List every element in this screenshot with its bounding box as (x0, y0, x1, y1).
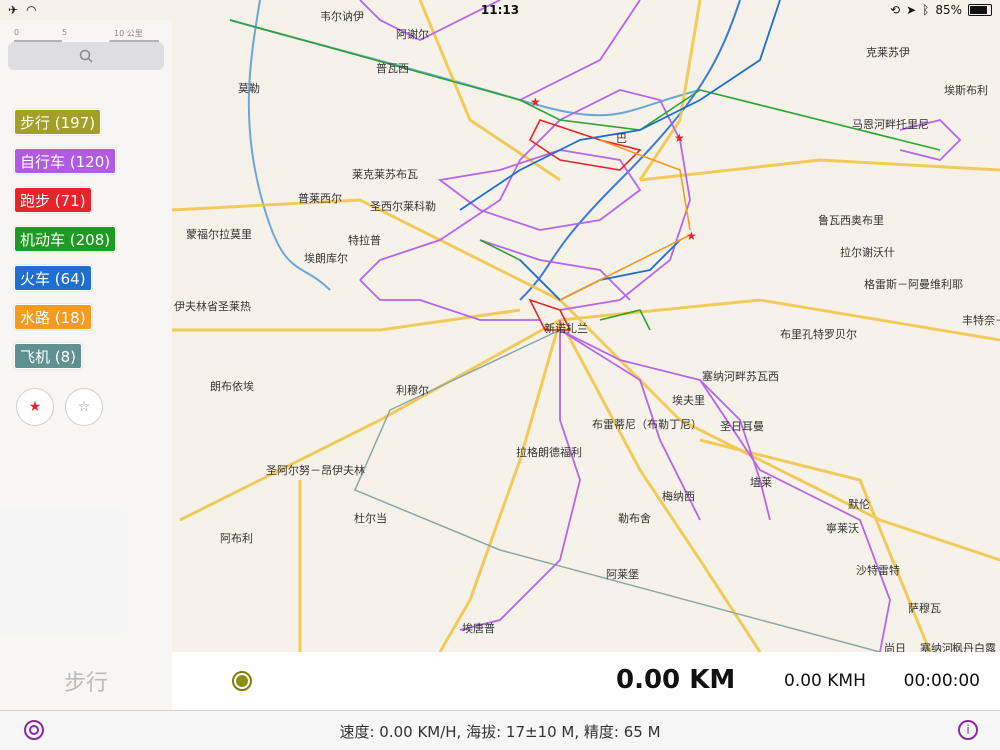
place-label: 阿莱堡 (606, 568, 639, 581)
place-label: 杜尔当 (354, 512, 387, 525)
place-label: 沙特雷特 (856, 564, 900, 577)
place-label: 拉格朗德福利 (516, 446, 582, 459)
info-icon[interactable]: i (958, 720, 978, 740)
place-label: 寧莱沃 (826, 522, 859, 535)
star-filled-icon: ★ (28, 399, 42, 415)
star-outline-button[interactable]: ☆ (65, 388, 103, 426)
info-bar: 速度: 0.00 KM/H, 海拔: 17±10 M, 精度: 65 M i (0, 710, 1000, 750)
activity-type-button[interactable] (232, 671, 252, 691)
location-icon: ➤ (906, 3, 917, 17)
place-label: 莱克莱苏布瓦 (352, 168, 418, 181)
tracking-bar: 0.00 KM 0.00 KMH 00:00:00 (172, 652, 1000, 710)
place-label: 勒布舍 (618, 512, 651, 525)
place-label: 鲁瓦西奥布里 (818, 214, 884, 227)
category-walk-button[interactable]: 步行 (197) (14, 109, 102, 135)
place-label: 拉尔谢沃什 (840, 246, 895, 259)
place-label: 埃斯布利 (944, 84, 988, 97)
place-label: 默伦 (848, 498, 870, 511)
battery-icon (968, 4, 992, 16)
walk-dot-icon (236, 675, 248, 687)
place-label: 伊夫林省圣莱热 (174, 300, 251, 313)
place-label: 利穆尔 (396, 384, 429, 397)
bluetooth-icon: ᛒ (922, 3, 930, 17)
star-outline-icon: ☆ (77, 399, 91, 415)
place-label: 布雷蒂尼（布勒丁尼） (592, 418, 702, 431)
category-bicycle-button[interactable]: 自行车 (120) (14, 148, 117, 174)
place-label: 蒙福尔拉莫里 (186, 228, 252, 241)
place-label: 梅纳西 (662, 490, 695, 503)
sidebar-ghost-label: 步行 (63, 671, 108, 696)
place-label: 埴莱 (750, 476, 772, 489)
place-label: 朗布依埃 (210, 380, 254, 393)
place-label: 普瓦西 (376, 62, 409, 75)
svg-text:★: ★ (530, 95, 541, 109)
category-water-button[interactable]: 水路 (18) (14, 304, 92, 330)
place-label: 塞纳河畔苏瓦西 (702, 370, 779, 383)
place-label: 克莱苏伊 (866, 46, 910, 59)
place-label: 阿布利 (220, 532, 253, 545)
category-run-button[interactable]: 跑步 (71) (14, 187, 92, 213)
category-plane-button[interactable]: 飞机 (8) (14, 343, 83, 369)
place-label: 新诺扎兰 (544, 322, 588, 335)
sidebar: 0 5 10 公里 步行 (197) 自行车 (120) 跑步 (71) 机动车… (0, 20, 172, 710)
place-label: 巴 (616, 132, 627, 145)
place-label: 格雷斯－阿曼维利耶 (864, 278, 963, 291)
scale-tick: 0 (14, 28, 20, 37)
star-filled-button[interactable]: ★ (16, 388, 54, 426)
place-label: 普莱西尔 (298, 192, 342, 205)
place-label: 圣西尔莱科勒 (370, 200, 436, 213)
elapsed-time: 00:00:00 (903, 671, 980, 691)
search-icon (79, 49, 93, 63)
place-label: 埃夫里 (672, 394, 705, 407)
distance-value: 0.00 KM (616, 665, 736, 695)
category-train-button[interactable]: 火车 (64) (14, 265, 92, 291)
place-label: 莫勒 (238, 82, 260, 95)
search-bar[interactable] (8, 42, 164, 70)
rotation-lock-icon: ⟲ (890, 3, 901, 17)
map-scale: 0 5 10 公里 (14, 28, 159, 43)
gps-info-text: 速度: 0.00 KM/H, 海拔: 17±10 M, 精度: 65 M (339, 723, 661, 741)
speed-value: 0.00 KMH (784, 671, 866, 691)
place-label: 圣日耳曼 (720, 420, 764, 433)
place-label: 丰特奈－ (962, 314, 1000, 327)
category-car-button[interactable]: 机动车 (208) (14, 226, 117, 252)
status-bar: ✈ ◠ 11:13 ⟲ ➤ ᛒ 85% (0, 0, 1000, 20)
place-label: 马恩河畔托里尼 (852, 118, 929, 131)
place-label: 特拉普 (348, 234, 381, 247)
place-label: 萨穆瓦 (908, 602, 941, 615)
place-label: 圣阿尔努－昂伊夫林 (266, 464, 365, 477)
place-label: 埃唐普 (462, 622, 495, 635)
place-label: 阿谢尔 (396, 28, 429, 41)
place-label: 埃朗库尔 (304, 252, 348, 265)
status-time: 11:13 (480, 3, 520, 17)
place-label: 布里孔特罗贝尔 (780, 328, 857, 341)
battery-percent: 85% (935, 3, 962, 17)
scale-tick: 5 (62, 28, 68, 37)
svg-text:★: ★ (674, 131, 685, 145)
scale-tick: 10 公里 (114, 29, 143, 38)
svg-text:★: ★ (686, 229, 697, 243)
